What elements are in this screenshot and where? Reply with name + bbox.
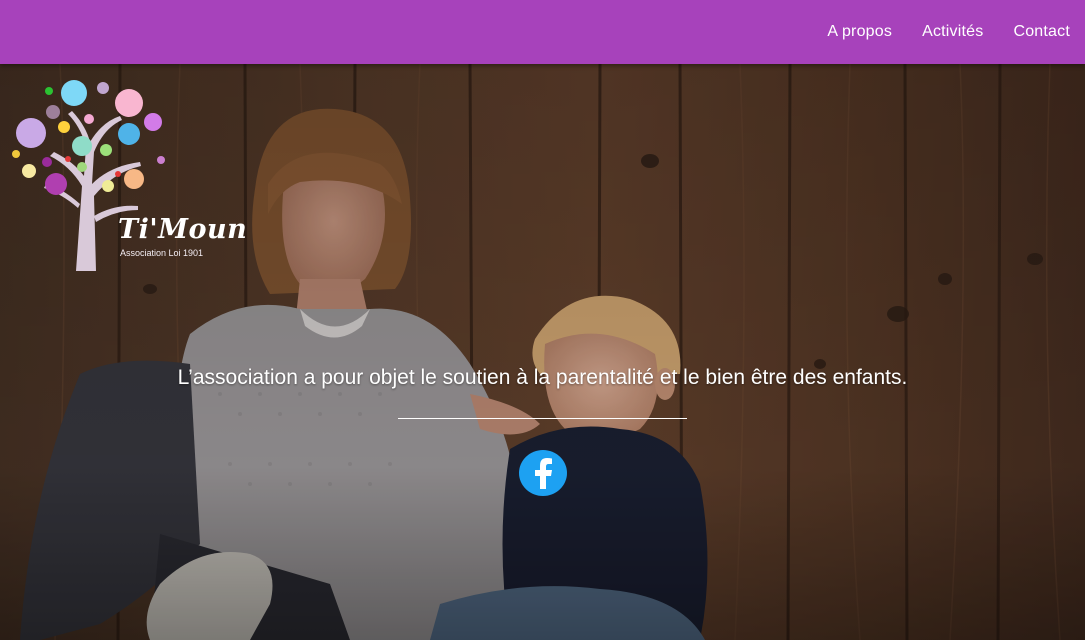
nav-link-a-propos[interactable]: A propos <box>827 23 892 41</box>
nav-links: A propos Activités Contact <box>797 0 1070 64</box>
page: A propos Activités Contact Ti'Moun Assoc… <box>0 0 1085 640</box>
divider <box>398 418 687 419</box>
logo-subtitle: Association Loi 1901 <box>120 248 204 258</box>
logo[interactable]: Ti'Moun Association Loi 1901 <box>10 76 247 271</box>
logo-name: Ti'Moun <box>118 214 248 245</box>
facebook-button[interactable] <box>518 449 568 497</box>
nav-link-activites[interactable]: Activités <box>922 23 983 41</box>
nav-link-contact[interactable]: Contact <box>1013 23 1070 41</box>
facebook-icon <box>519 450 567 496</box>
hero-tagline: L’association a pour objet le soutien à … <box>177 366 908 389</box>
navbar: A propos Activités Contact <box>0 0 1085 64</box>
